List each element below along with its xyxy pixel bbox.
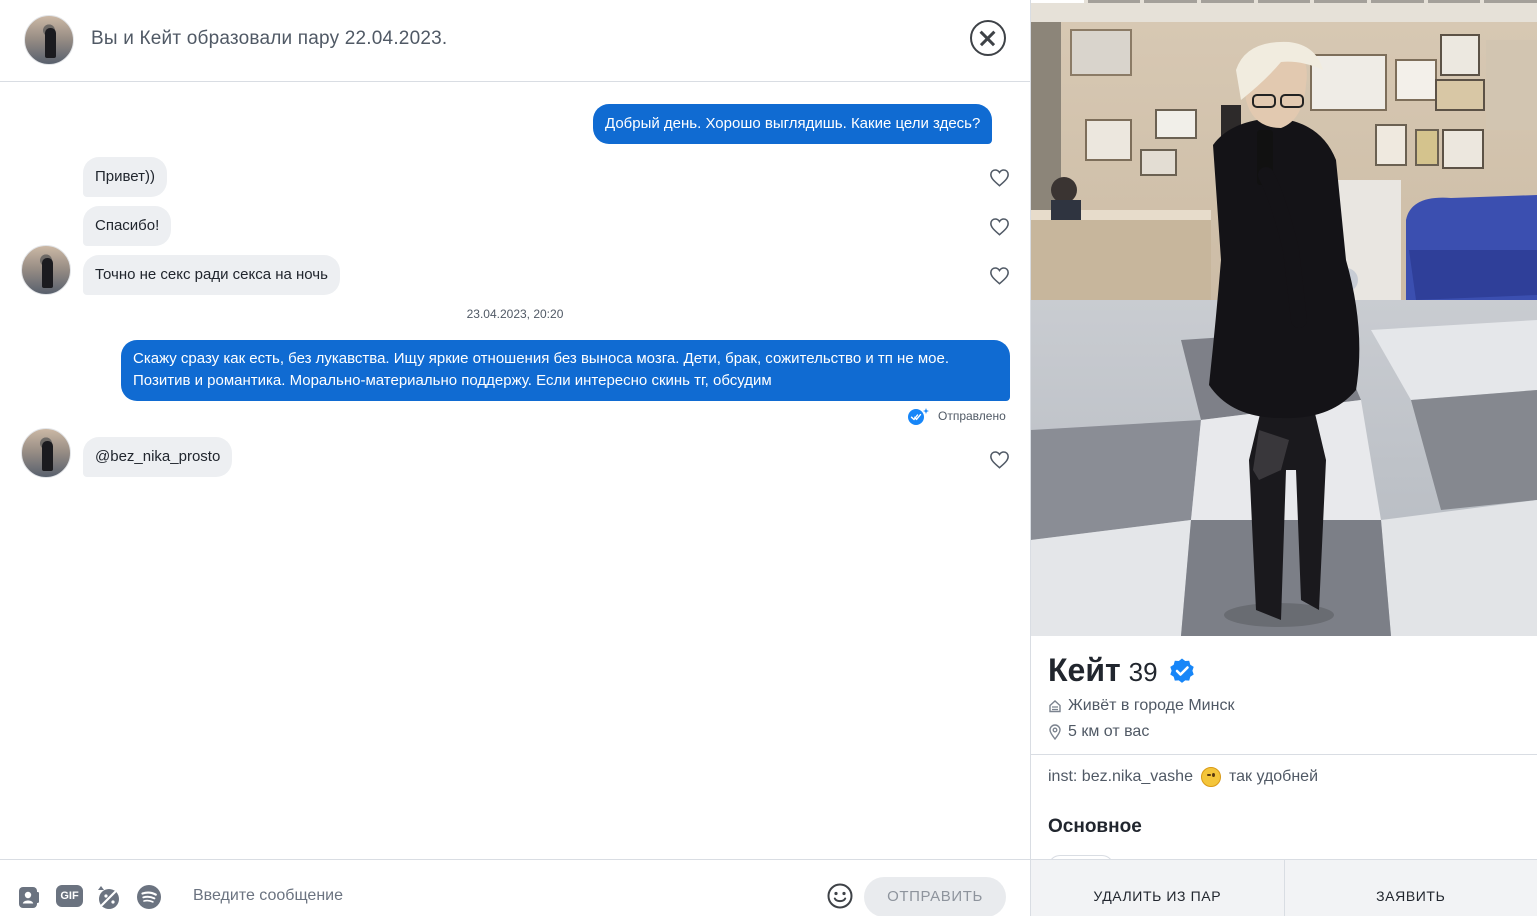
photo-pagination-bar[interactable] <box>1484 0 1537 3</box>
profile-distance: 5 км от вас <box>1068 723 1150 740</box>
mirror-selfie-photo <box>1031 0 1537 636</box>
message-incoming[interactable]: Точно не секс ради секса на ночь <box>83 255 340 295</box>
message-list: Добрый день. Хорошо выглядишь. Какие цел… <box>0 82 1030 859</box>
unmatch-button[interactable]: УДАЛИТЬ ИЗ ПАР <box>1031 860 1284 916</box>
photo-pagination-bar[interactable] <box>1314 0 1368 3</box>
photo-pagination-bar[interactable] <box>1427 0 1481 3</box>
like-heart-icon[interactable] <box>989 450 1010 469</box>
sticker-icon[interactable] <box>95 884 121 910</box>
chat-header: Вы и Кейт образовали пару 22.04.2023. <box>0 0 1030 82</box>
like-heart-icon[interactable] <box>989 266 1010 285</box>
message-incoming[interactable]: @bez_nika_prosto <box>83 437 233 477</box>
profile-city-row: Живёт в городе Минск <box>1048 697 1234 715</box>
contact-card-icon[interactable] <box>16 884 42 910</box>
report-button[interactable]: ЗАЯВИТЬ <box>1283 860 1537 916</box>
profile-name-row: Кейт 39 <box>1048 652 1196 689</box>
chat-panel: Вы и Кейт образовали пару 22.04.2023. До… <box>0 0 1031 916</box>
sent-status: Отправлено <box>906 407 1006 425</box>
photo-pagination-bar[interactable] <box>1201 0 1254 3</box>
sender-avatar[interactable] <box>21 245 71 295</box>
emoji-icon[interactable] <box>826 882 854 910</box>
sender-avatar[interactable] <box>21 428 71 478</box>
close-chat-icon[interactable] <box>970 20 1006 56</box>
photo-pagination-bar[interactable] <box>1087 0 1141 3</box>
profile-city: Живёт в городе Минск <box>1068 697 1235 714</box>
profile-actions: УДАЛИТЬ ИЗ ПАР ЗАЯВИТЬ <box>1031 859 1537 916</box>
message-outgoing[interactable]: Добрый день. Хорошо выглядишь. Какие цел… <box>593 104 993 144</box>
photo-pagination-bar[interactable] <box>1144 0 1198 3</box>
bio-text-start: inst: bez.nika_vashe <box>1048 768 1193 785</box>
home-icon <box>1048 699 1062 713</box>
message-input[interactable] <box>180 876 800 916</box>
message-outgoing[interactable]: Скажу сразу как есть, без лукавства. Ищу… <box>121 340 1010 401</box>
profile-age: 39 <box>1128 657 1158 687</box>
winking-face-icon <box>1200 767 1221 787</box>
sent-check-icon <box>906 407 930 425</box>
gif-icon[interactable]: GIF <box>56 885 83 907</box>
profile-name: Кейт <box>1048 652 1121 688</box>
match-avatar[interactable] <box>24 15 74 65</box>
photo-pagination <box>1031 0 1537 3</box>
message-incoming[interactable]: Привет)) <box>83 157 168 197</box>
like-heart-icon[interactable] <box>989 168 1010 187</box>
photo-pagination-bar[interactable] <box>1031 0 1084 3</box>
app: Вы и Кейт образовали пару 22.04.2023. До… <box>0 0 1537 916</box>
section-title-basics: Основное <box>1048 816 1142 837</box>
sent-status-label: Отправлено <box>938 409 1006 423</box>
profile-bio: inst: bez.nika_vashe так удобней <box>1048 767 1318 787</box>
profile-divider <box>1031 754 1537 755</box>
spotify-icon[interactable] <box>136 884 162 910</box>
profile-panel: Кейт 39 Живёт в городе Минск 5 км от вас… <box>1031 0 1537 916</box>
location-pin-icon <box>1048 724 1062 740</box>
message-composer: GIF ОТПРАВИТЬ <box>0 859 1030 916</box>
verified-badge-icon <box>1168 657 1196 685</box>
bio-text-end: так удобней <box>1228 768 1319 785</box>
message-incoming[interactable]: Спасибо! <box>83 206 172 246</box>
profile-distance-row: 5 км от вас <box>1048 723 1149 741</box>
photo-pagination-bar[interactable] <box>1371 0 1424 3</box>
profile-photo[interactable] <box>1031 0 1537 636</box>
photo-pagination-bar[interactable] <box>1257 0 1311 3</box>
message-timestamp: 23.04.2023, 20:20 <box>466 307 564 321</box>
match-date-title: Вы и Кейт образовали пару 22.04.2023. <box>91 28 448 49</box>
send-button[interactable]: ОТПРАВИТЬ <box>864 877 1006 916</box>
like-heart-icon[interactable] <box>989 217 1010 236</box>
